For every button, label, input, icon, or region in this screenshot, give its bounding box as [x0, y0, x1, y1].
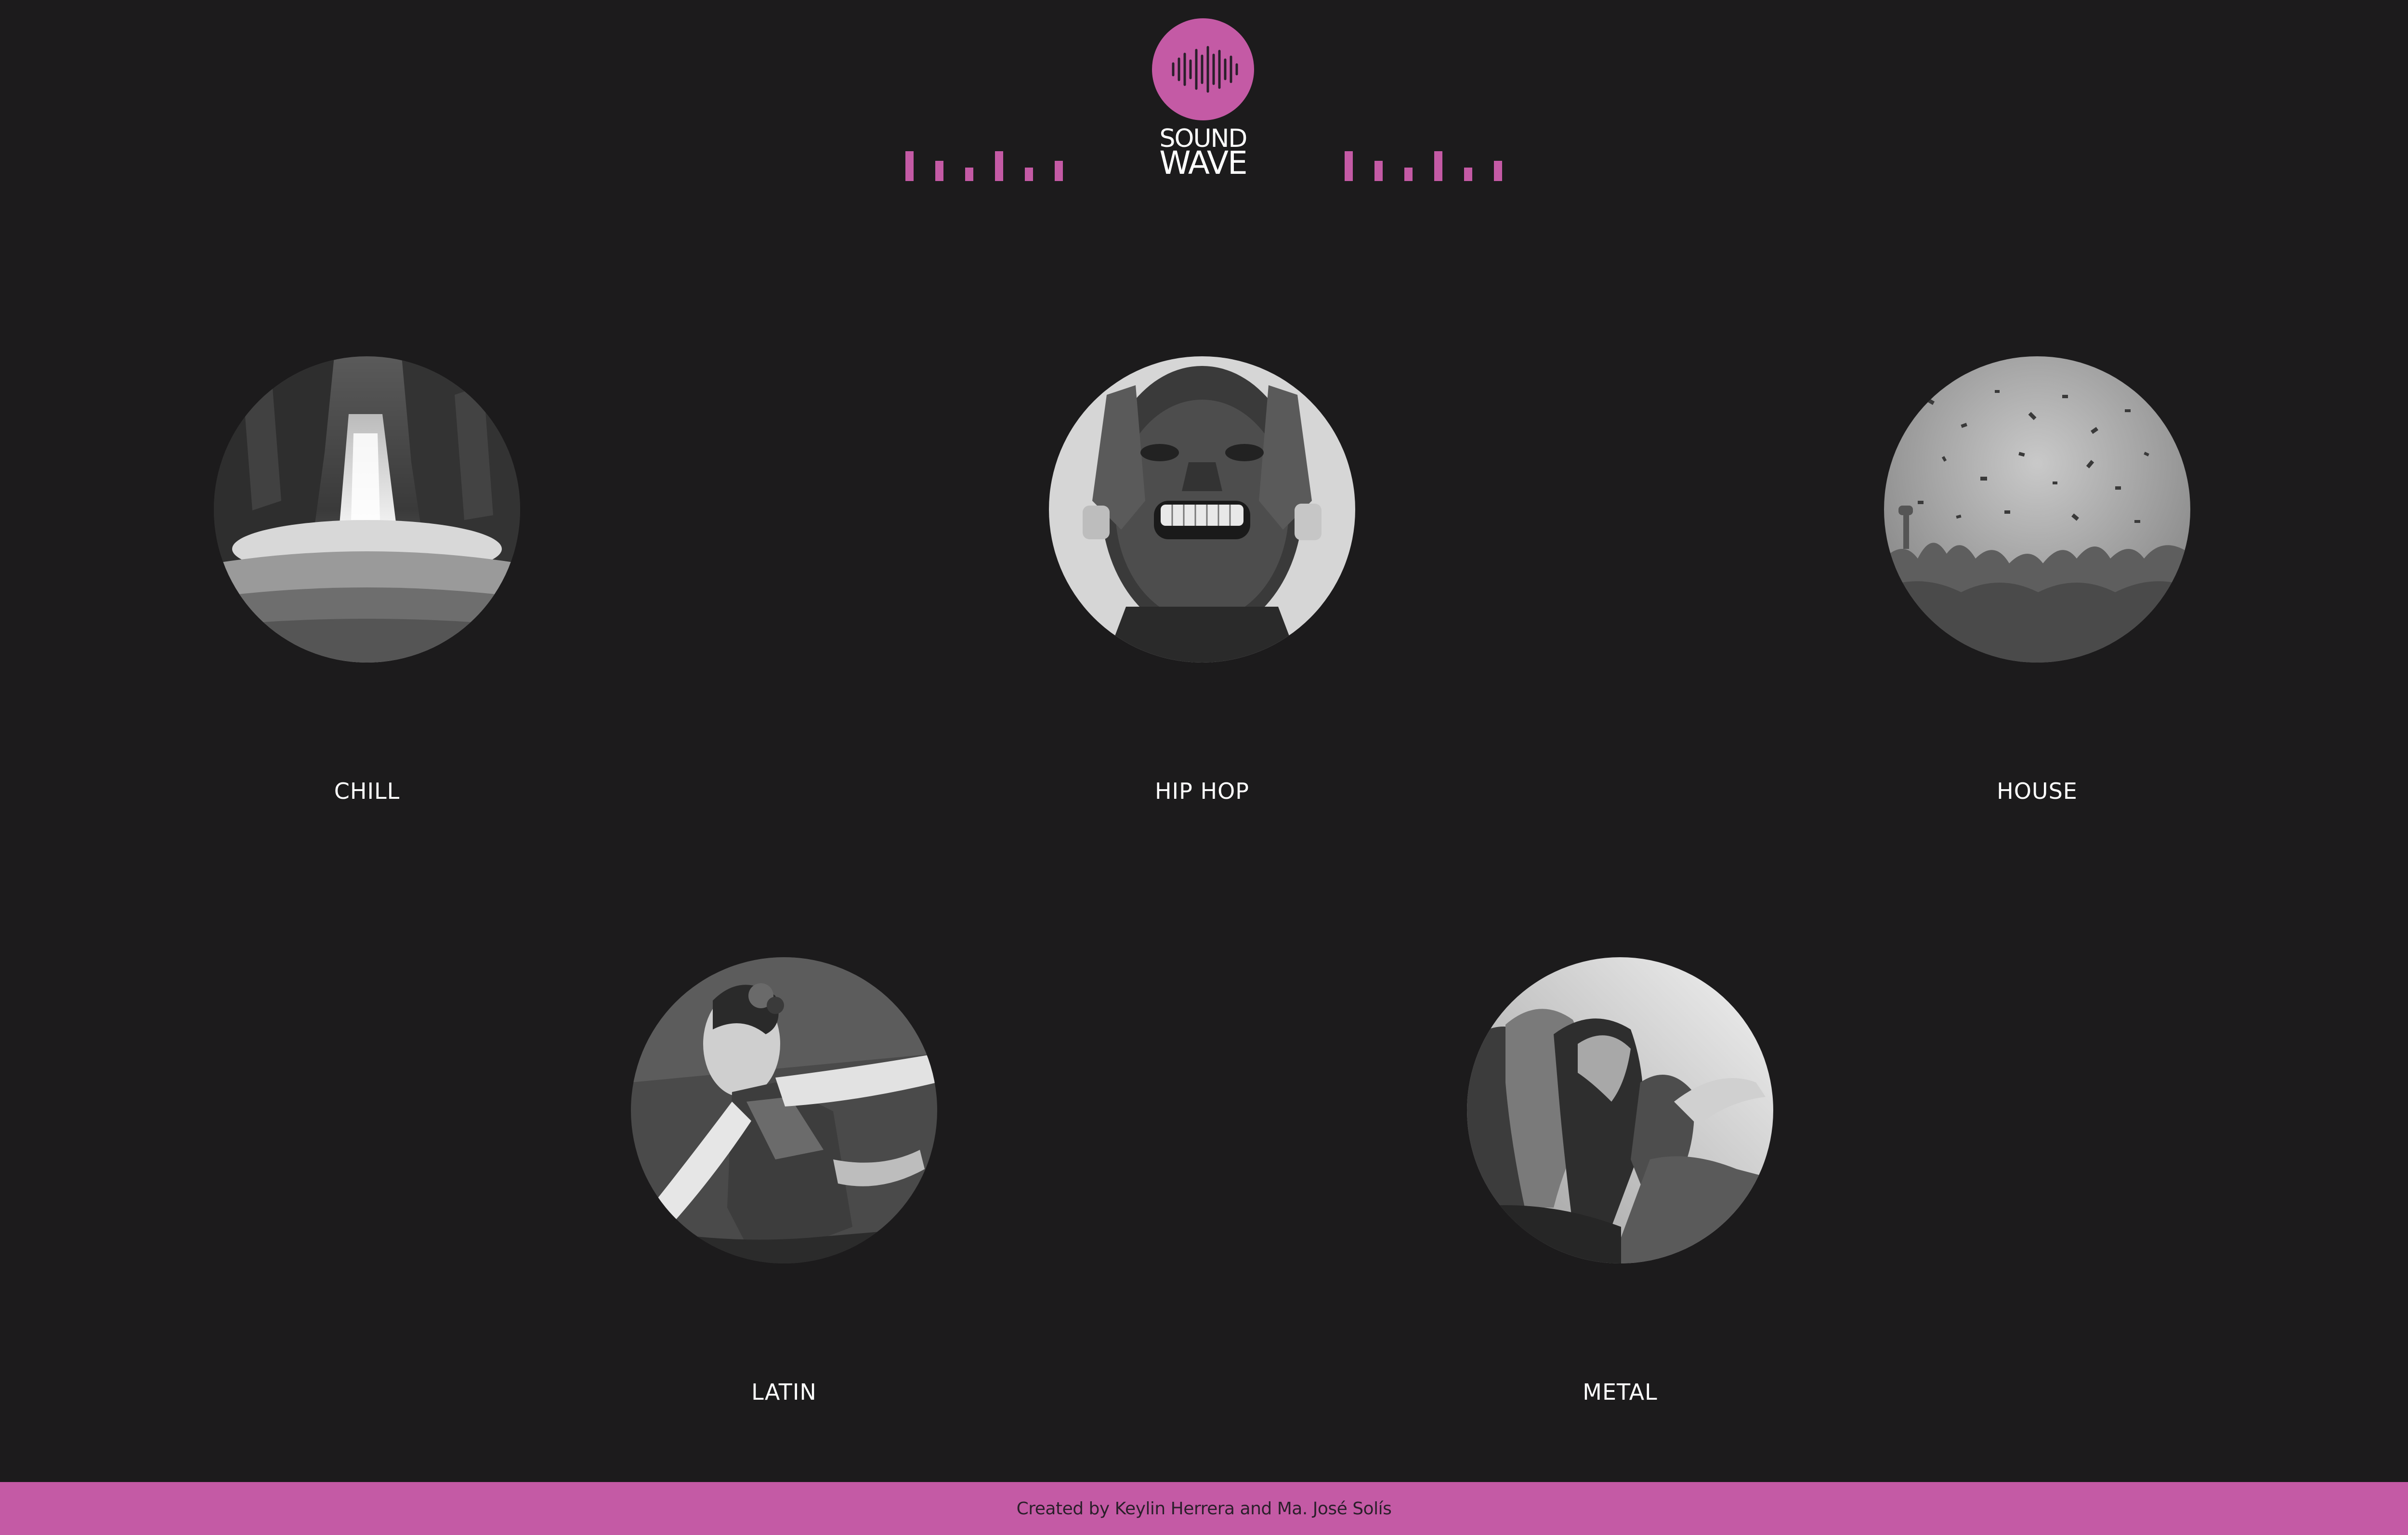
genre-image-chill[interactable] — [214, 356, 520, 663]
equalizer-bars-right — [1345, 149, 1504, 181]
genre-card-house: HOUSE — [1884, 356, 2190, 804]
genre-label-latin[interactable]: LATIN — [535, 1379, 1034, 1405]
portrait-image — [1049, 356, 1355, 663]
soundwave-icon — [1172, 46, 1238, 93]
genre-label-metal[interactable]: METAL — [1371, 1379, 1870, 1405]
genre-card-hiphop: HIP HOP — [1049, 356, 1355, 804]
genre-image-hiphop[interactable] — [1049, 356, 1355, 663]
equalizer-bars-left — [905, 149, 1064, 181]
genre-label-house[interactable]: HOUSE — [1788, 778, 2287, 804]
waterfall-image — [214, 356, 520, 663]
genre-image-house[interactable] — [1884, 356, 2190, 663]
confetti-crowd-image — [1884, 356, 2190, 663]
genre-card-latin: LATIN — [631, 957, 937, 1405]
brand-line2: WAVE — [1159, 144, 1247, 182]
logo[interactable] — [1152, 18, 1254, 120]
genre-label-chill[interactable]: CHILL — [118, 778, 616, 804]
genre-image-latin[interactable] — [631, 957, 937, 1263]
footer-credit: Created by Keylin Herrera and Ma. José S… — [1016, 1498, 1392, 1519]
page: SOUND WAVE CHILL HIP HOP HOUSE LATIN MET… — [0, 0, 2408, 1535]
headbanging-crowd-image — [1467, 957, 1773, 1263]
genre-card-metal: METAL — [1467, 957, 1773, 1405]
genre-card-chill: CHILL — [214, 356, 520, 804]
genre-image-metal[interactable] — [1467, 957, 1773, 1263]
dancer-image — [631, 957, 937, 1263]
genre-label-hiphop[interactable]: HIP HOP — [953, 778, 1452, 804]
footer: Created by Keylin Herrera and Ma. José S… — [0, 1482, 2408, 1535]
